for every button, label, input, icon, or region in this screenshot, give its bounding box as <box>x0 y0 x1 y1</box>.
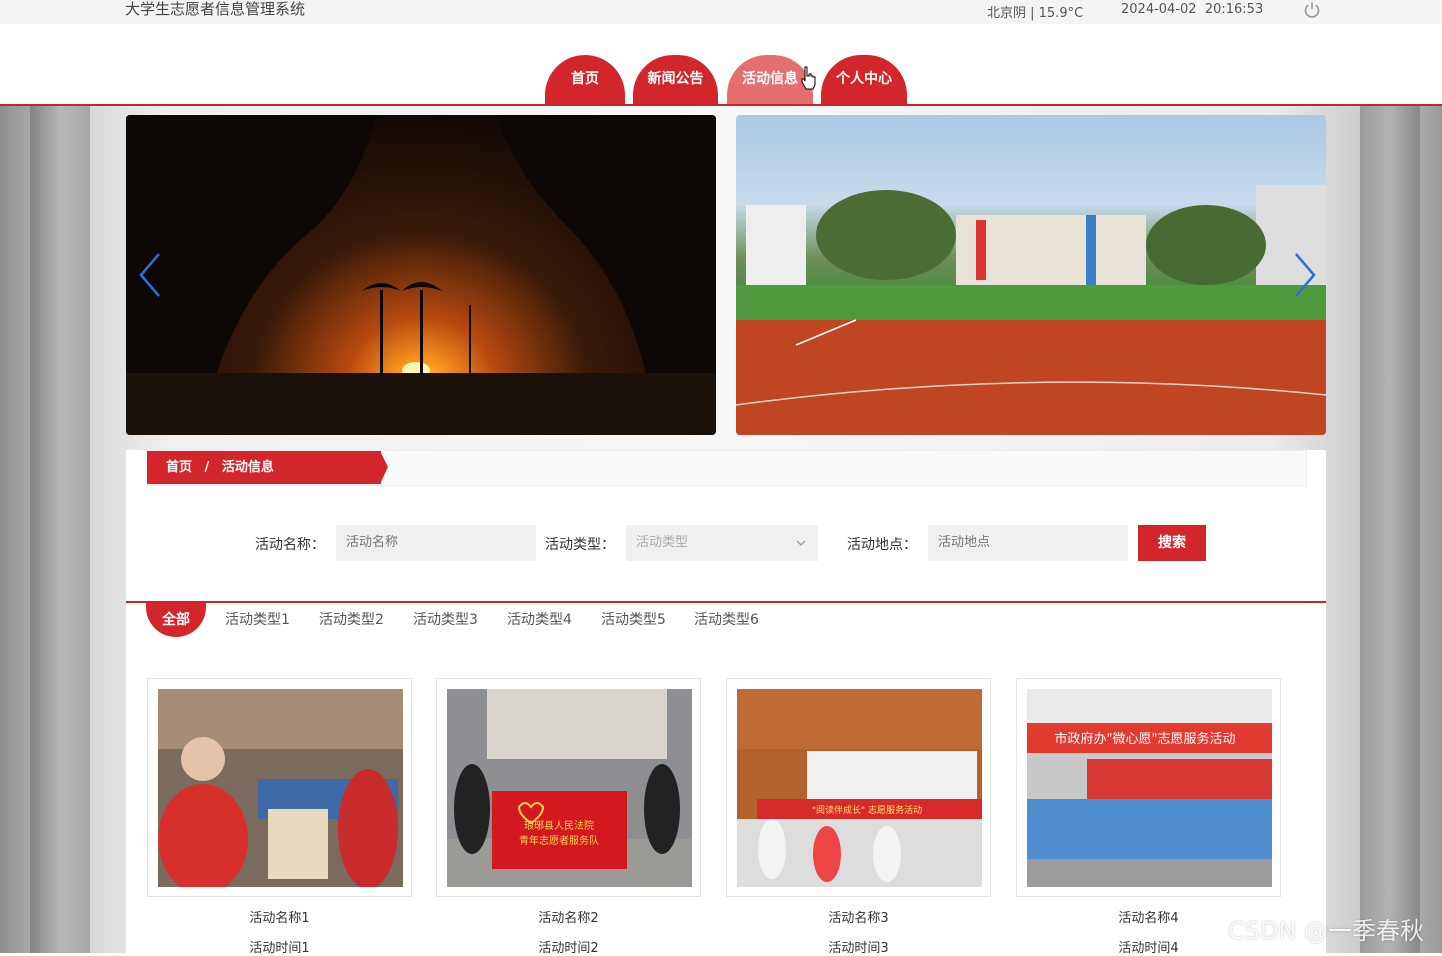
breadcrumb-current: 活动信息 <box>221 460 274 475</box>
activity-card[interactable]: 琅琊县人民法院 青年志愿者服务队 <box>436 678 701 897</box>
activity-photo: 琅琊县人民法院 青年志愿者服务队 <box>447 689 692 887</box>
carousel-slide-school[interactable] <box>736 115 1326 435</box>
banner-text-line1: 琅琊县人民法院 <box>524 819 594 832</box>
activity-type-select[interactable]: 活动类型 <box>626 525 818 561</box>
activity-location-input[interactable] <box>928 525 1128 561</box>
breadcrumb: 首页 / 活动信息 <box>147 451 381 484</box>
date-time: 2024-04-02 20:16:53 <box>1121 2 1263 17</box>
weather-info: 北京阴 | 15.9°C <box>987 6 1084 21</box>
date-text: 2024-04-02 <box>1121 2 1197 17</box>
activity-name[interactable]: 活动名称1 <box>147 907 412 926</box>
activity-name[interactable]: 活动名称3 <box>726 907 991 926</box>
breadcrumb-separator: / <box>204 460 210 475</box>
top-bar: 大学生志愿者信息管理系统 北京阴 | 15.9°C 2024-04-02 20:… <box>0 0 1442 25</box>
tab-type-4[interactable]: 活动类型4 <box>507 603 572 637</box>
search-button[interactable]: 搜索 <box>1138 525 1206 561</box>
time-text: 20:16:53 <box>1204 2 1264 17</box>
activity-time: 活动时间1 <box>249 941 310 956</box>
tab-type-2[interactable]: 活动类型2 <box>319 603 384 637</box>
chevron-down-icon <box>796 540 806 546</box>
activity-photo: 市政府办"微心愿"志愿服务活动 <box>1027 689 1272 887</box>
activity-location-label: 活动地点： <box>847 537 917 553</box>
activity-time: 活动时间3 <box>828 941 889 956</box>
activity-card[interactable] <box>147 678 412 897</box>
activity-time: 活动时间2 <box>538 941 599 956</box>
breadcrumb-home[interactable]: 首页 <box>166 451 192 484</box>
chevron-left-icon[interactable] <box>135 250 165 300</box>
sunset-photo <box>126 115 716 435</box>
banner-text-line2: 青年志愿者服务队 <box>519 834 599 847</box>
activity-photo: "阅读伴成长" 志愿服务活动 <box>737 689 982 887</box>
banner-text: 市政府办"微心愿"志愿服务活动 <box>1055 731 1236 747</box>
chevron-right-icon[interactable] <box>1290 250 1320 300</box>
breadcrumb-tip <box>380 451 388 484</box>
carousel-slide-sunset[interactable] <box>126 115 716 435</box>
activity-name-input[interactable] <box>336 525 536 561</box>
activity-name[interactable]: 活动名称2 <box>436 907 701 926</box>
background-pillar <box>30 104 90 953</box>
power-icon[interactable] <box>1303 1 1321 19</box>
hand-cursor-icon <box>801 66 816 90</box>
tab-type-5[interactable]: 活动类型5 <box>601 603 666 637</box>
banner-text: "阅读伴成长" 志愿服务活动 <box>812 804 922 816</box>
activity-card[interactable]: "阅读伴成长" 志愿服务活动 <box>726 678 991 897</box>
tab-type-6[interactable]: 活动类型6 <box>694 603 759 637</box>
activity-type-placeholder: 活动类型 <box>636 535 689 550</box>
activity-name-label: 活动名称： <box>255 537 325 553</box>
tab-type-3[interactable]: 活动类型3 <box>413 603 478 637</box>
nav-personal-center[interactable]: 个人中心 <box>821 55 907 104</box>
background-pillar <box>1360 104 1420 953</box>
nav-news[interactable]: 新闻公告 <box>633 55 718 104</box>
activity-card[interactable]: 市政府办"微心愿"志愿服务活动 <box>1016 678 1281 897</box>
activity-photo <box>158 689 403 887</box>
site-title: 大学生志愿者信息管理系统 <box>125 0 306 18</box>
nav-home[interactable]: 首页 <box>545 55 625 104</box>
watermark: CSDN @一季春秋 <box>1228 917 1425 945</box>
school-playground-photo <box>736 185 1326 435</box>
tab-type-1[interactable]: 活动类型1 <box>225 603 290 637</box>
activity-type-label: 活动类型： <box>545 537 615 553</box>
main-nav: 首页 新闻公告 活动信息 个人中心 <box>0 24 1442 106</box>
